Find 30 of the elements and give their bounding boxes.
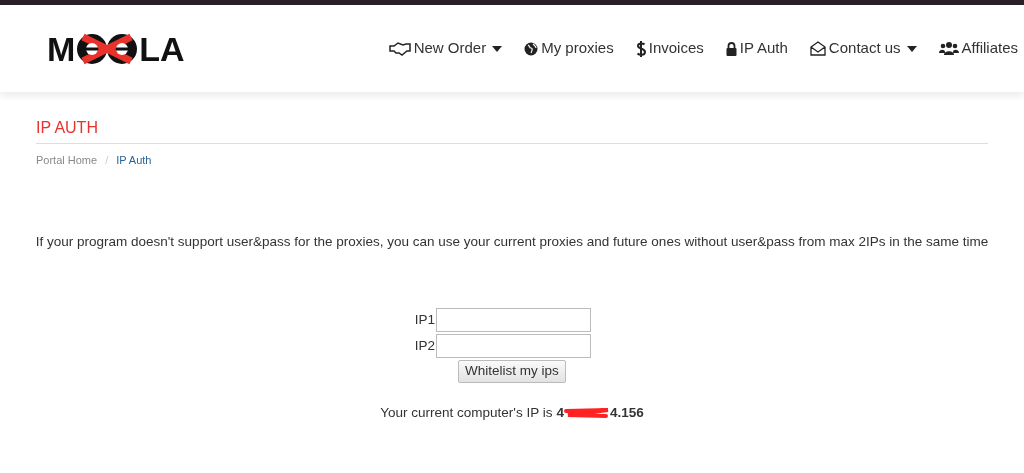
globe-icon (524, 41, 539, 56)
logo-text: M (47, 31, 76, 66)
lock-icon (725, 41, 737, 56)
intro-text: If your program doesn't support user&pass for the proxies, you can use your current proxies and future ones without user&pass from max 2IPs in the same time (34, 232, 990, 251)
envelope-icon (809, 41, 826, 56)
caret-icon (492, 45, 503, 52)
field-label: IP2 (414, 336, 436, 355)
nav-link[interactable]: Affiliates (938, 37, 1018, 60)
dollar-icon (635, 39, 646, 58)
breadcrumb-link[interactable]: Portal Home (36, 152, 98, 169)
field-label: IP1 (414, 310, 436, 329)
ip-input-field[interactable] (436, 333, 592, 358)
ip-input-field[interactable] (436, 307, 592, 332)
ip-address-text: 4.156 (609, 403, 644, 422)
logo-text: LA (139, 31, 185, 66)
nav-link[interactable]: Invoices (635, 37, 704, 60)
handshake-icon (388, 41, 411, 56)
users-icon (938, 41, 959, 56)
nav-link[interactable]: IP Auth (725, 37, 788, 60)
nav-link[interactable]: My proxies (524, 37, 614, 60)
breadcrumb-link[interactable]: IP Auth (116, 152, 152, 169)
nav-link[interactable]: Contact us (809, 37, 917, 60)
breadcrumb-separator: / (105, 153, 109, 168)
page-title: IP AUTH (36, 116, 988, 144)
whitelist-button[interactable]: Whitelist my ips (458, 359, 566, 383)
nav-link[interactable]: New Order (388, 37, 503, 60)
caret-icon (906, 45, 917, 52)
ip-address-text: 4 (556, 403, 564, 422)
current-ip-label: Your current computer's IP is (380, 403, 553, 422)
redaction-scribble (563, 405, 610, 420)
